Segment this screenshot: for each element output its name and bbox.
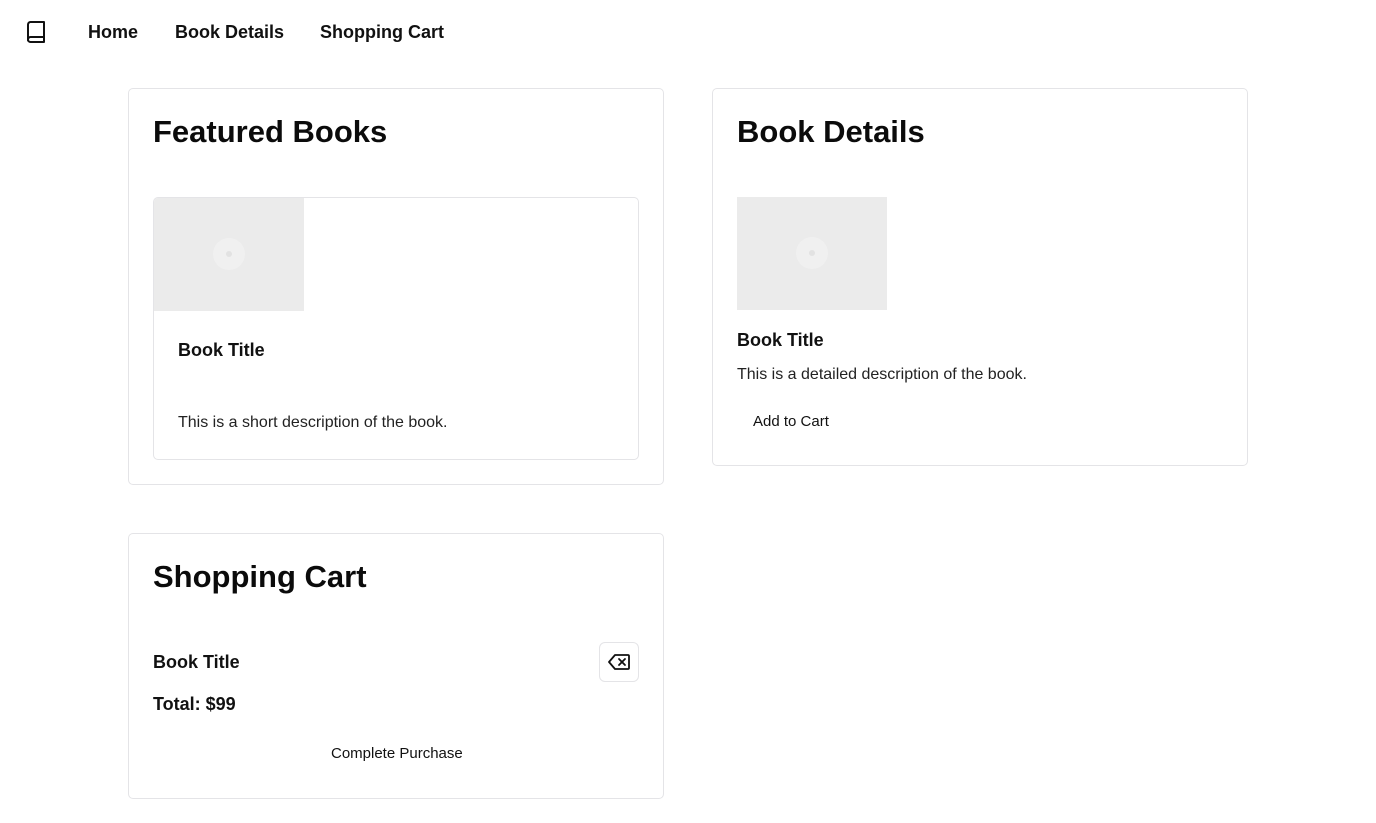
add-to-cart-button[interactable]: Add to Cart: [753, 413, 829, 431]
featured-books-title: Featured Books: [153, 114, 388, 149]
book-details-title: Book Details: [737, 114, 925, 149]
cart-item-title: Book Title: [153, 652, 240, 672]
image-placeholder-icon: [737, 197, 887, 310]
complete-purchase-button[interactable]: Complete Purchase: [331, 745, 463, 763]
book-details-card: Book Details Book Title This is a detail…: [712, 88, 1248, 466]
nav-link-book-details[interactable]: Book Details: [175, 21, 284, 43]
book-title: Book Title: [178, 340, 265, 360]
shopping-cart-title: Shopping Cart: [153, 559, 367, 594]
shopping-cart-card: Shopping Cart Book Title Total: $99 Comp…: [128, 533, 664, 799]
book-description: This is a short description of the book.: [178, 414, 448, 431]
featured-books-card: Featured Books Book Title This is a shor…: [128, 88, 664, 485]
remove-item-button[interactable]: [599, 642, 639, 682]
top-nav: Home Book Details Shopping Cart: [0, 0, 1376, 64]
book-title: Book Title: [737, 330, 824, 350]
nav-link-shopping-cart[interactable]: Shopping Cart: [320, 21, 444, 43]
nav-link-home[interactable]: Home: [88, 21, 138, 43]
book-description: This is a detailed description of the bo…: [737, 366, 1027, 383]
image-placeholder-icon: [154, 198, 304, 311]
cart-total: Total: $99: [153, 694, 236, 714]
book-icon[interactable]: [25, 20, 47, 44]
book-card[interactable]: Book Title This is a short description o…: [153, 197, 639, 460]
delete-icon: [608, 654, 630, 670]
